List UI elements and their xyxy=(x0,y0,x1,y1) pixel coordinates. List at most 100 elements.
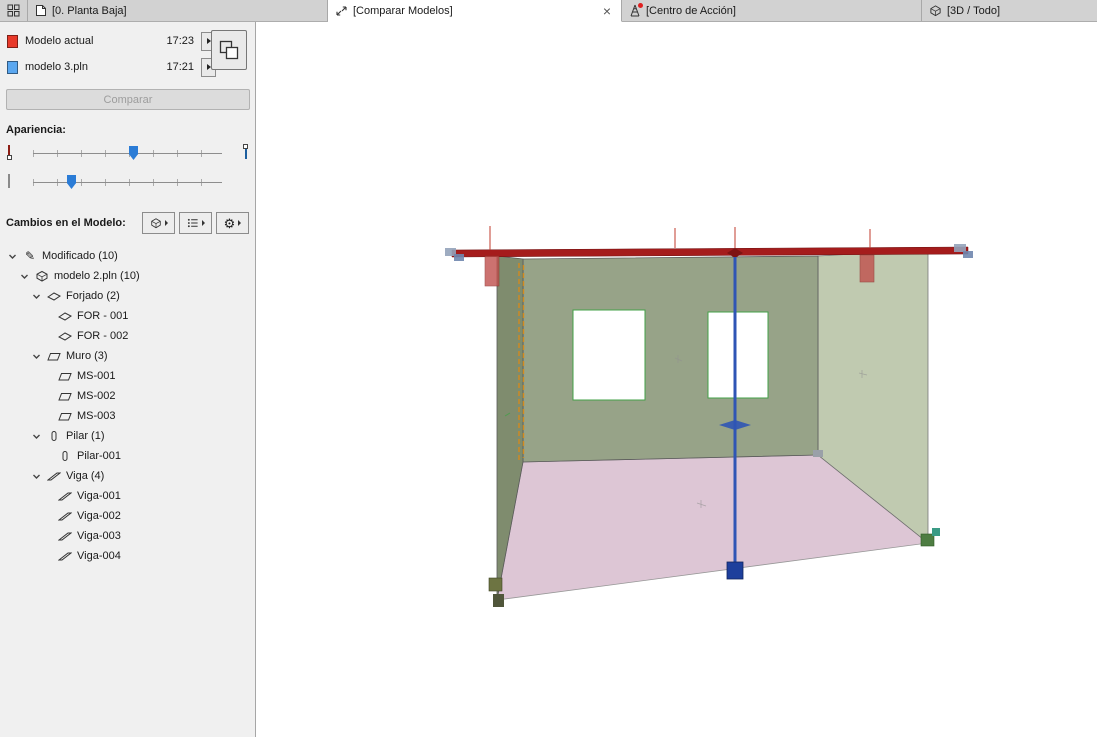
transparency-slider-handle[interactable] xyxy=(67,175,76,189)
filter-elements-button[interactable] xyxy=(142,212,175,234)
chevron-down-icon[interactable] xyxy=(19,272,30,281)
tree-item-label: modelo 2.pln (10) xyxy=(54,270,140,282)
tree-item-viga-003[interactable]: Viga-003 xyxy=(0,526,255,546)
arrow-right-icon xyxy=(207,64,211,70)
wall-icon xyxy=(57,371,73,382)
tree-item-label: FOR - 001 xyxy=(77,310,128,322)
cube-3d-icon xyxy=(929,4,942,17)
chevron-down-icon[interactable] xyxy=(7,252,18,261)
tab-label: [0. Planta Baja] xyxy=(52,5,127,17)
tree-item-viga[interactable]: Viga (4) xyxy=(0,466,255,486)
chevron-down-icon[interactable] xyxy=(31,472,42,481)
tree-item-label: Viga-002 xyxy=(77,510,121,522)
slider-track[interactable] xyxy=(33,153,222,154)
corner-marker xyxy=(454,254,464,261)
current-model-color-swatch xyxy=(7,35,18,48)
reference-model-time: 17:21 xyxy=(162,61,194,73)
tree-item-viga-004[interactable]: Viga-004 xyxy=(0,546,255,566)
tree-item-label: Muro (3) xyxy=(66,350,108,362)
tree-item-viga-002[interactable]: Viga-002 xyxy=(0,506,255,526)
reference-model-name: modelo 3.pln xyxy=(25,61,155,73)
layout-grid-icon[interactable] xyxy=(0,0,28,21)
tab-planta-baja[interactable]: [0. Planta Baja] xyxy=(28,0,328,21)
reference-model-color-swatch xyxy=(7,61,18,74)
tree-item-pilar-001[interactable]: Pilar-001 xyxy=(0,446,255,466)
tab-label: [Comparar Modelos] xyxy=(353,5,453,17)
tree-item-label: Viga-001 xyxy=(77,490,121,502)
chevron-down-icon[interactable] xyxy=(31,352,42,361)
element-filter-icon xyxy=(150,217,162,229)
current-model-row[interactable]: Modelo actual 17:23 xyxy=(0,28,216,54)
compare-arrows-icon xyxy=(335,5,348,17)
model-changes-header: Cambios en el Modelo: ⚙ xyxy=(6,212,249,234)
tab-label: [Centro de Acción] xyxy=(646,5,736,17)
slider-track[interactable] xyxy=(33,182,222,183)
arrow-right-icon xyxy=(207,38,211,44)
chevron-down-icon[interactable] xyxy=(31,292,42,301)
beam-icon xyxy=(57,491,73,502)
tree-item-label: MS-003 xyxy=(77,410,116,422)
tree-item-forjado[interactable]: Forjado (2) xyxy=(0,286,255,306)
beam-icon xyxy=(57,551,73,562)
changes-tree: ✎ Modificado (10) modelo 2.pln (10) Forj… xyxy=(0,246,255,566)
wall-icon xyxy=(57,391,73,402)
corner-marker xyxy=(963,251,973,258)
tree-item-label: Pilar (1) xyxy=(66,430,105,442)
color-balance-slider-handle[interactable] xyxy=(129,146,138,160)
corner-marker xyxy=(493,594,504,607)
slab-icon xyxy=(57,331,73,342)
dropdown-arrow-icon xyxy=(238,220,241,226)
tree-item-ms-001[interactable]: MS-001 xyxy=(0,366,255,386)
3d-viewport[interactable] xyxy=(257,22,1097,737)
close-icon[interactable]: × xyxy=(600,4,614,18)
color-intensity-slider-row xyxy=(7,138,248,167)
tree-item-label: Viga (4) xyxy=(66,470,104,482)
corner-marker xyxy=(932,528,940,536)
beam-icon xyxy=(57,531,73,542)
column-icon xyxy=(57,450,73,462)
tree-item-ms-002[interactable]: MS-002 xyxy=(0,386,255,406)
back-wall[interactable] xyxy=(523,256,818,462)
chevron-down-icon[interactable] xyxy=(31,432,42,441)
current-model-name: Modelo actual xyxy=(25,35,155,47)
tree-item-modificado[interactable]: ✎ Modificado (10) xyxy=(0,246,255,266)
tree-item-for-001[interactable]: FOR - 001 xyxy=(0,306,255,326)
tab-3d-todo[interactable]: [3D / Todo] xyxy=(922,0,1097,21)
transparency-slider-row xyxy=(7,167,248,196)
transparent-chip-icon xyxy=(8,175,10,187)
tab-centro-accion[interactable]: [Centro de Acción] xyxy=(622,0,922,21)
beam-tick-marks xyxy=(490,226,870,250)
pencil-icon: ✎ xyxy=(22,250,38,262)
notification-dot xyxy=(638,3,643,8)
beam-drop-marker-right xyxy=(860,255,874,282)
swap-models-button[interactable] xyxy=(211,30,247,70)
reference-color-chip-icon xyxy=(245,146,247,158)
tree-item-label: Forjado (2) xyxy=(66,290,120,302)
tree-item-label: Viga-003 xyxy=(77,530,121,542)
settings-button[interactable]: ⚙ xyxy=(216,212,249,234)
tree-item-label: Pilar-001 xyxy=(77,450,121,462)
beam-icon xyxy=(46,471,62,482)
column-icon xyxy=(46,430,62,442)
chip-notch xyxy=(7,155,12,160)
wall-icon xyxy=(46,351,62,362)
tree-item-ms-003[interactable]: MS-003 xyxy=(0,406,255,426)
corner-marker xyxy=(954,244,966,252)
column-base[interactable] xyxy=(727,562,743,579)
window-opening-1[interactable] xyxy=(573,310,645,400)
window-opening-2[interactable] xyxy=(708,312,768,398)
tree-item-muro[interactable]: Muro (3) xyxy=(0,346,255,366)
tab-label: [3D / Todo] xyxy=(947,5,1000,17)
compare-button[interactable]: Comparar xyxy=(6,89,250,110)
tree-item-modelo-2[interactable]: modelo 2.pln (10) xyxy=(0,266,255,286)
slab-icon xyxy=(57,311,73,322)
chip-notch xyxy=(243,144,248,149)
corner-marker xyxy=(813,450,823,457)
tree-item-for-002[interactable]: FOR - 002 xyxy=(0,326,255,346)
compare-models-panel: Modelo actual 17:23 modelo 3.pln 17:21 C… xyxy=(0,22,256,737)
tree-item-pilar[interactable]: Pilar (1) xyxy=(0,426,255,446)
criteria-list-button[interactable] xyxy=(179,212,212,234)
tab-comparar-modelos[interactable]: [Comparar Modelos] × xyxy=(328,0,622,22)
tree-item-viga-001[interactable]: Viga-001 xyxy=(0,486,255,506)
reference-model-row[interactable]: modelo 3.pln 17:21 xyxy=(0,54,216,80)
